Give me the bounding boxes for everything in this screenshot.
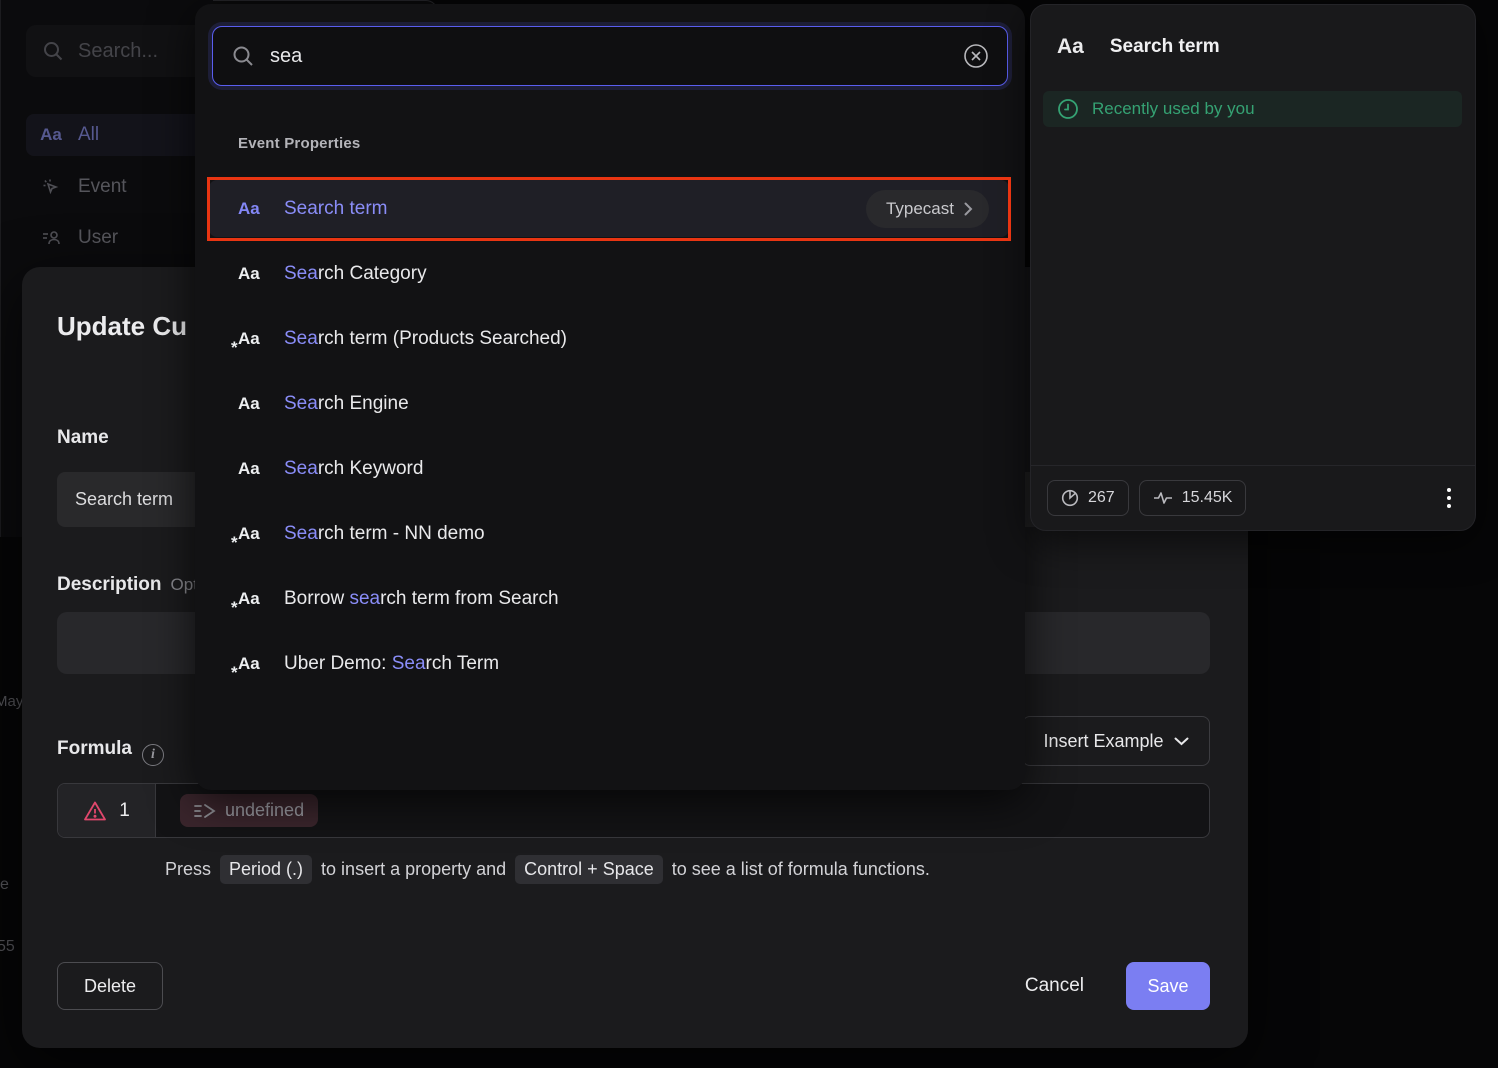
- insert-example-button[interactable]: Insert Example: [1022, 716, 1210, 766]
- sidebar-search-input[interactable]: [78, 40, 198, 63]
- recently-used-badge: Recently used by you: [1043, 91, 1462, 127]
- cancel-button[interactable]: Cancel: [1013, 962, 1096, 1010]
- property-row-borrow-search-term[interactable]: Aa Borrow search term from Search: [209, 570, 1009, 627]
- name-label: Name: [57, 427, 109, 449]
- formula-token-icon: [194, 803, 216, 819]
- axis-label-may: May: [0, 693, 23, 710]
- dropdown-search-input[interactable]: [270, 45, 948, 68]
- error-count: 1: [119, 800, 130, 822]
- text-property-icon: Aa: [238, 264, 266, 284]
- property-row-search-term-nn-demo[interactable]: Aa Search term - NN demo: [209, 505, 1009, 562]
- axis-value-fragment: 55: [0, 938, 15, 956]
- text-property-icon: Aa: [238, 199, 266, 219]
- clear-search-icon[interactable]: [963, 43, 989, 69]
- custom-text-property-icon: Aa: [238, 654, 266, 674]
- property-search-dropdown: Event Properties Aa Search term Typecast…: [195, 4, 1025, 790]
- property-row-search-category[interactable]: Aa Search Category: [209, 245, 1009, 302]
- detail-panel-title: Search term: [1110, 36, 1220, 58]
- axis-label-fragment: e: [0, 876, 9, 894]
- detail-panel-footer: 267 15.45K: [1031, 465, 1475, 530]
- user-icon: [40, 228, 62, 248]
- formula-hint: Press Period (.) to insert a property an…: [165, 855, 930, 884]
- property-row-search-term[interactable]: Aa Search term Typecast: [209, 180, 1009, 237]
- more-options-icon[interactable]: [1439, 482, 1459, 514]
- property-row-search-engine[interactable]: Aa Search Engine: [209, 375, 1009, 432]
- typecast-button[interactable]: Typecast: [866, 190, 989, 228]
- activity-icon: [1153, 490, 1173, 506]
- custom-text-property-icon: Aa: [238, 589, 266, 609]
- save-button[interactable]: Save: [1126, 962, 1210, 1010]
- custom-text-property-icon: Aa: [238, 329, 266, 349]
- search-icon: [42, 40, 64, 62]
- dropdown-search-field[interactable]: [212, 26, 1008, 86]
- info-icon[interactable]: i: [142, 744, 164, 766]
- pie-chart-icon: [1061, 489, 1079, 507]
- text-property-icon: Aa: [238, 459, 266, 479]
- section-header-event-properties: Event Properties: [238, 135, 360, 152]
- chevron-right-icon: [964, 202, 973, 216]
- clock-icon: [1057, 98, 1079, 120]
- cardinality-stat-pill[interactable]: 267: [1047, 480, 1129, 516]
- volume-stat-pill[interactable]: 15.45K: [1139, 480, 1247, 516]
- warning-icon: [83, 800, 107, 822]
- chevron-down-icon: [1174, 737, 1189, 746]
- property-row-search-term-products[interactable]: Aa Search term (Products Searched): [209, 310, 1009, 367]
- text-type-icon: Aa: [40, 125, 62, 145]
- search-icon: [231, 44, 255, 68]
- kbd-period: Period (.): [220, 855, 312, 884]
- delete-button[interactable]: Delete: [57, 962, 163, 1010]
- custom-text-property-icon: Aa: [238, 524, 266, 544]
- modal-title: Update Cu: [57, 311, 187, 342]
- formula-input-area[interactable]: undefined: [156, 784, 1209, 837]
- formula-editor[interactable]: 1 undefined: [57, 783, 1210, 838]
- undefined-token-chip[interactable]: undefined: [180, 794, 318, 827]
- formula-error-counter: 1: [58, 784, 156, 837]
- property-row-uber-demo-search-term[interactable]: Aa Uber Demo: Search Term: [209, 635, 1009, 692]
- text-type-icon: Aa: [1057, 35, 1084, 59]
- property-detail-panel: Aa Search term Recently used by you 267 …: [1030, 4, 1476, 531]
- event-icon: [40, 177, 62, 197]
- formula-label: Formulai: [57, 738, 164, 766]
- kbd-control-space: Control + Space: [515, 855, 663, 884]
- text-property-icon: Aa: [238, 394, 266, 414]
- property-row-search-keyword[interactable]: Aa Search Keyword: [209, 440, 1009, 497]
